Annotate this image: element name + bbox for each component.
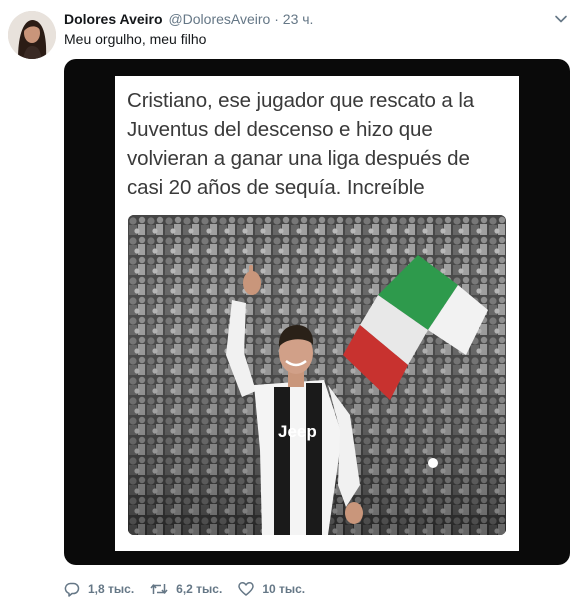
- retweet-icon: [150, 584, 168, 594]
- author-display-name[interactable]: Dolores Aveiro: [64, 11, 163, 27]
- author-avatar[interactable]: [8, 11, 56, 59]
- media-card: Cristiano, ese jugador que rescato a la …: [115, 76, 519, 551]
- tweet-timestamp[interactable]: 23 ч.: [283, 11, 314, 27]
- player-photo: Jeep: [128, 215, 506, 535]
- reply-icon: [64, 582, 80, 597]
- reply-button[interactable]: 1,8 тыс.: [64, 581, 134, 597]
- author-handle[interactable]: @DoloresAveiro: [168, 11, 270, 27]
- tweet-media[interactable]: Cristiano, ese jugador que rescato a la …: [64, 59, 570, 565]
- retweet-button[interactable]: 6,2 тыс.: [150, 581, 222, 597]
- chevron-down-icon: [555, 15, 567, 23]
- like-count: 10 тыс.: [262, 582, 306, 596]
- tweet-header: Dolores Aveiro @DoloresAveiro · 23 ч.: [64, 10, 313, 28]
- stadium-crowd-image: Jeep: [128, 215, 506, 535]
- tweet-actions: 1,8 тыс. 6,2 тыс. 10 тыс.: [64, 579, 321, 599]
- tweet-menu-button[interactable]: [554, 12, 568, 26]
- retweet-count: 6,2 тыс.: [176, 582, 223, 596]
- media-caption: Cristiano, ese jugador que rescato a la …: [127, 89, 475, 199]
- tweet[interactable]: Dolores Aveiro @DoloresAveiro · 23 ч. Me…: [0, 0, 578, 605]
- avatar-photo: [8, 11, 56, 59]
- tweet-text: Meu orgulho, meu filho: [64, 31, 207, 47]
- reply-count: 1,8 тыс.: [88, 582, 135, 596]
- shirt-logo: Jeep: [278, 422, 317, 441]
- like-button[interactable]: 10 тыс.: [238, 581, 305, 597]
- separator-dot: ·: [274, 11, 279, 27]
- heart-icon: [238, 582, 255, 596]
